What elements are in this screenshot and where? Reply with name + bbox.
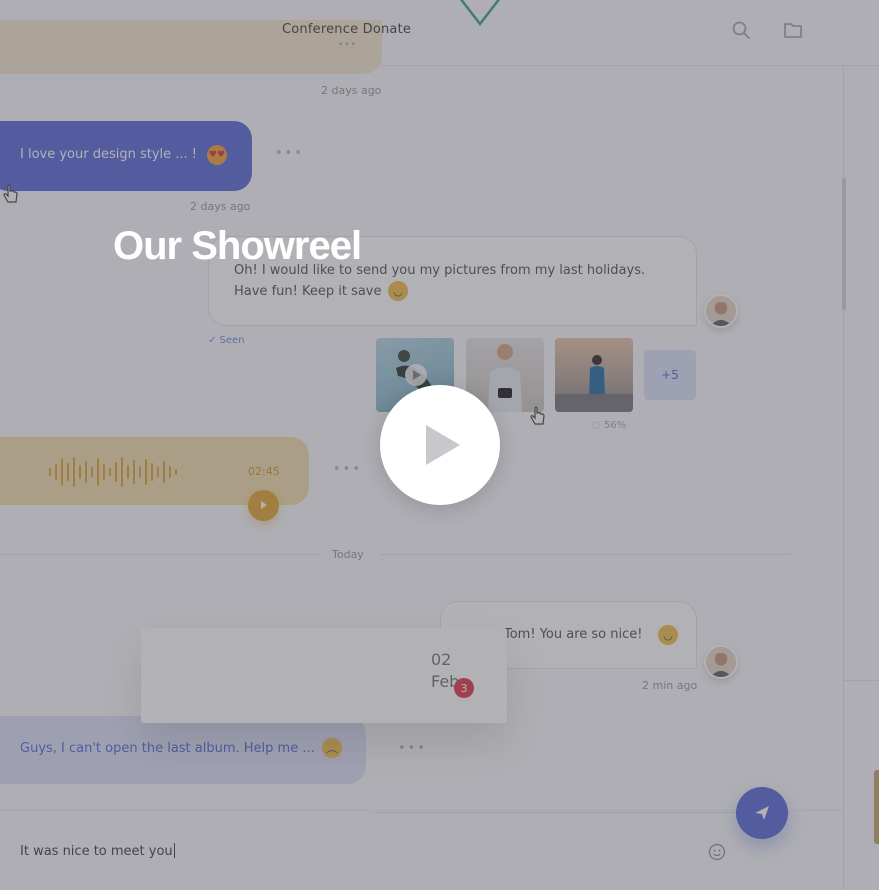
showreel-title: Our Showreel	[113, 224, 362, 268]
play-button[interactable]	[380, 385, 500, 505]
play-icon	[426, 425, 460, 465]
